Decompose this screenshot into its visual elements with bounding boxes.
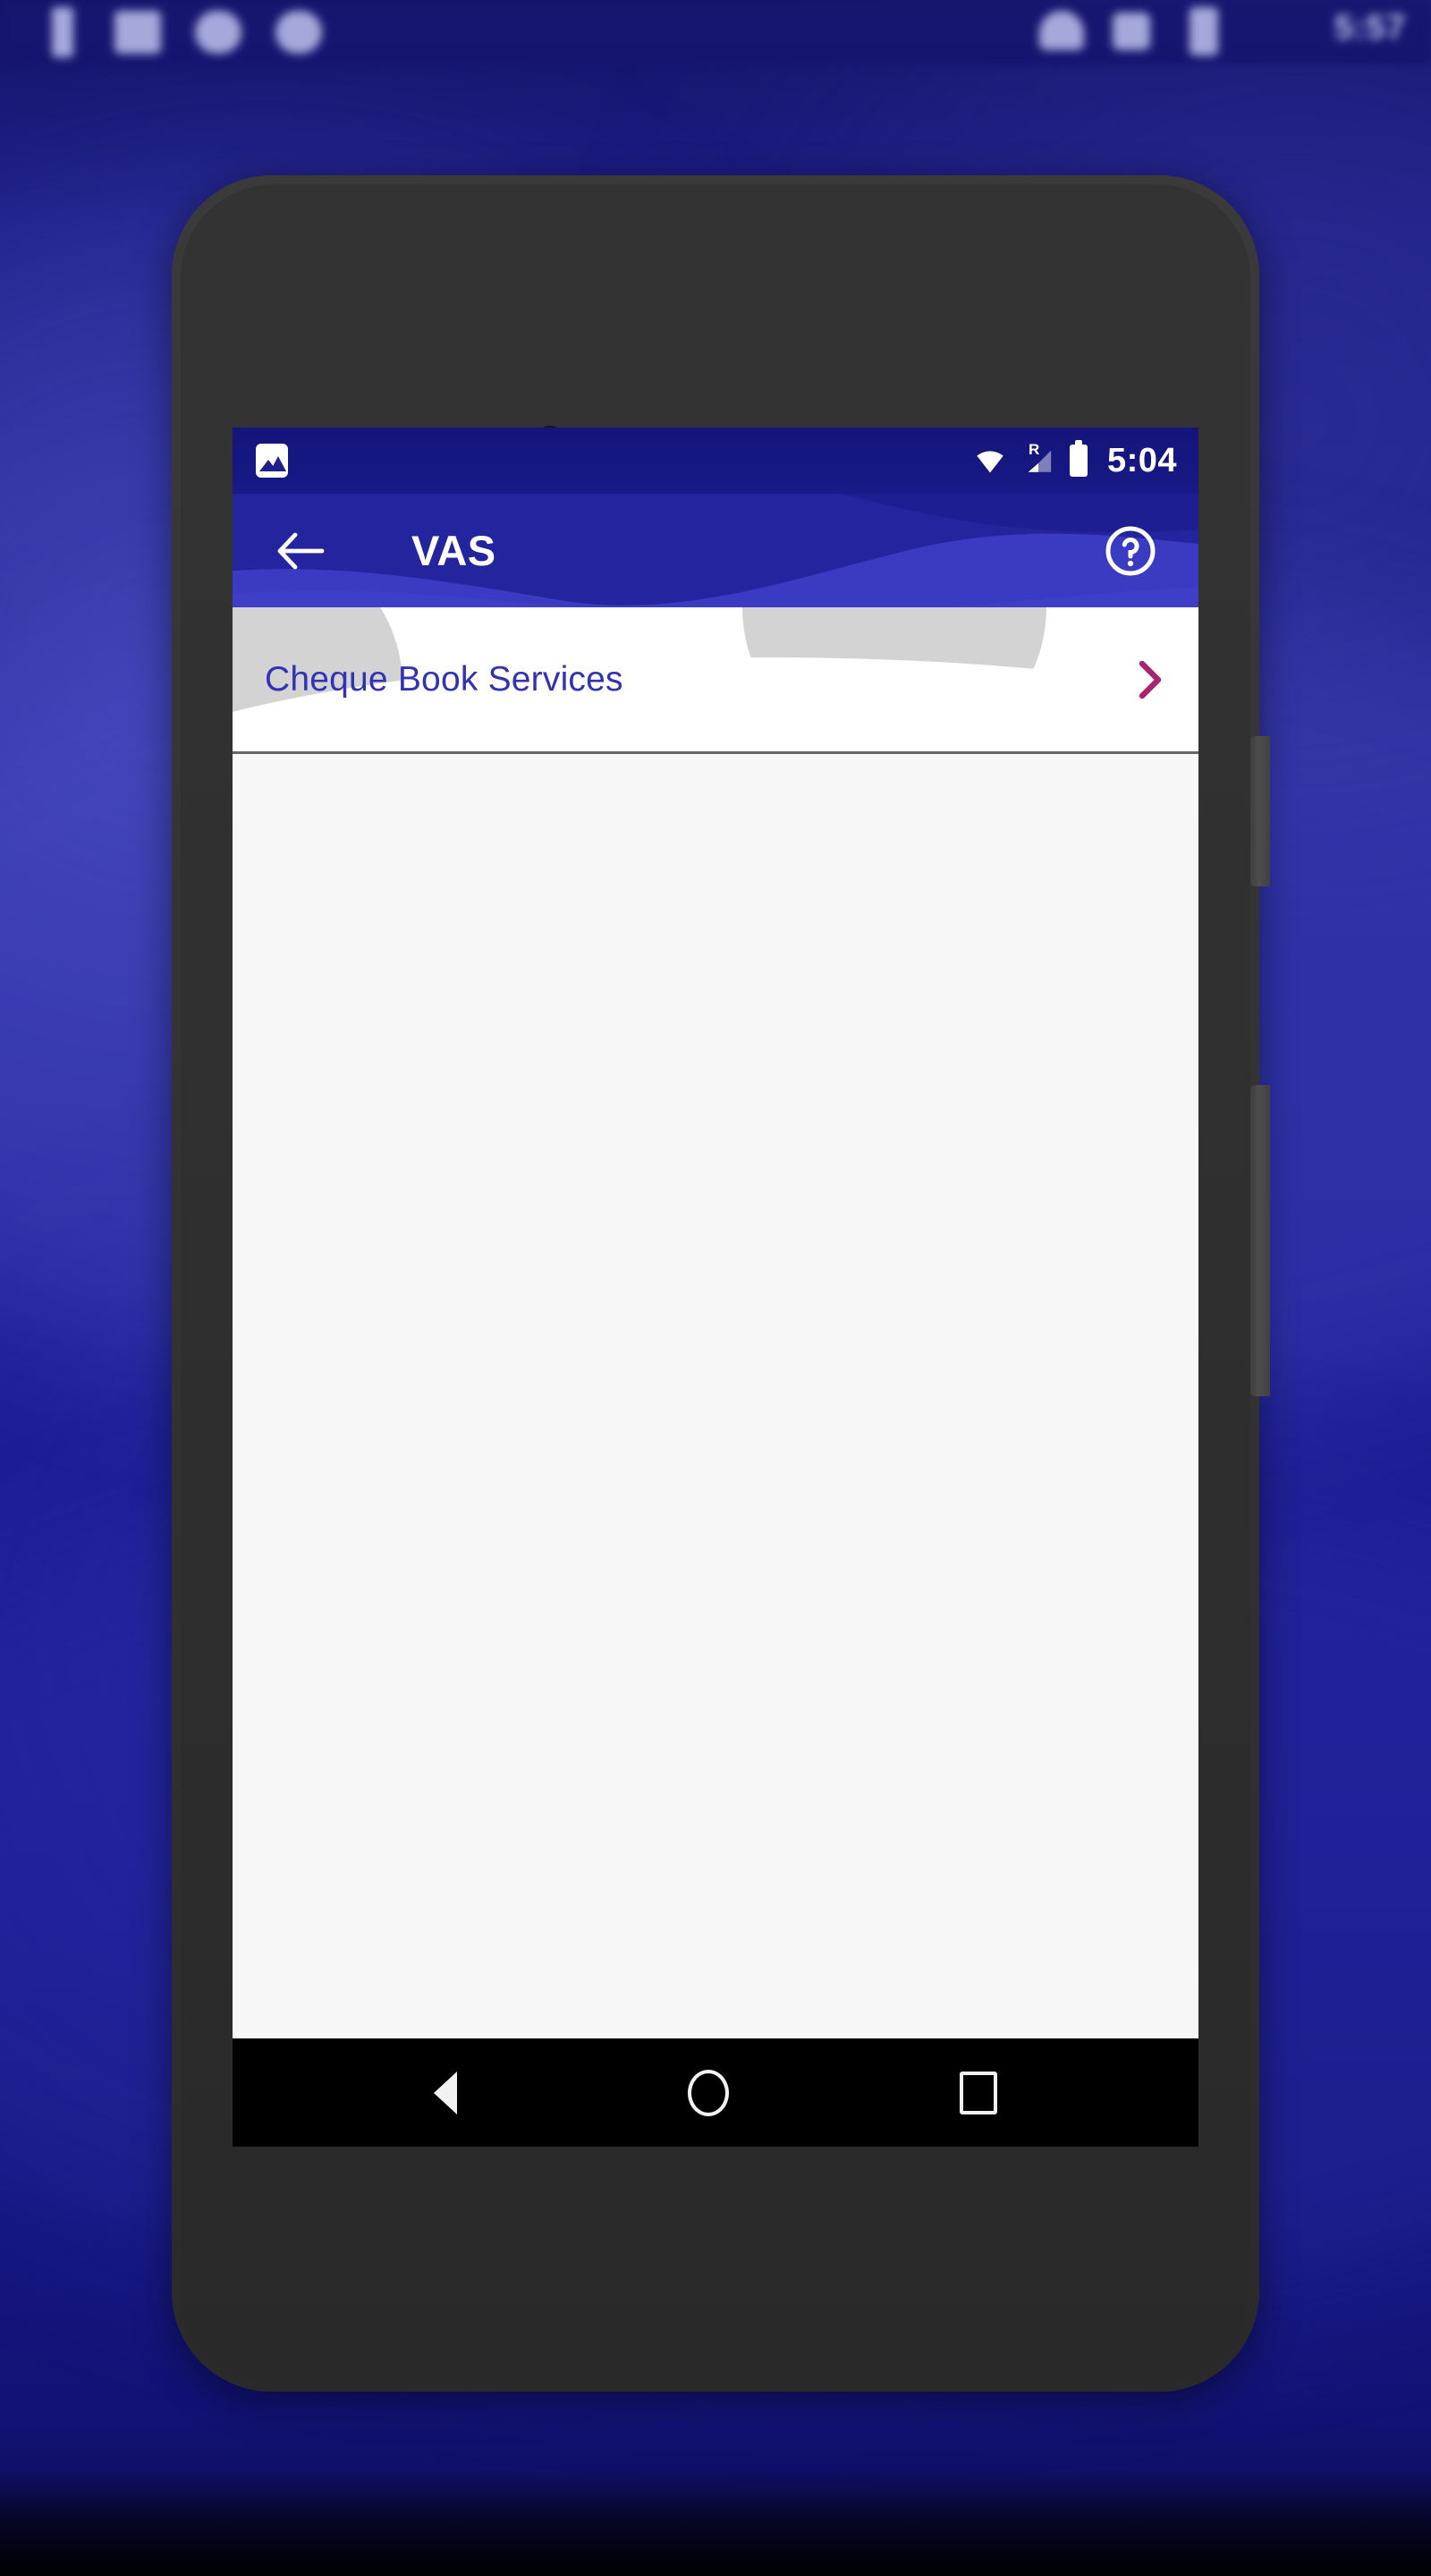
- app-bar: VAS: [233, 494, 1198, 607]
- recents-square-icon: [960, 2071, 997, 2114]
- list-divider: [233, 751, 1198, 754]
- help-circle-icon[interactable]: [1104, 524, 1157, 578]
- host-clock: 5:57: [1334, 9, 1406, 47]
- back-arrow-icon[interactable]: [275, 531, 326, 571]
- back-triangle-icon: [434, 2071, 457, 2114]
- photo-icon: [256, 444, 288, 478]
- roaming-label: R: [1028, 441, 1040, 458]
- page-title: VAS: [411, 527, 496, 574]
- wallpaper-bottom-fade: [0, 2469, 1431, 2576]
- service-card: Cheque Book Services: [233, 607, 1198, 751]
- empty-content-region: [233, 754, 1198, 2038]
- host-status-bar: 5:57: [0, 0, 1431, 64]
- volume-button[interactable]: [1250, 1085, 1270, 1396]
- host-tray-battery-icon[interactable]: [1039, 11, 1084, 50]
- taskbar-app-icon-1[interactable]: [114, 11, 161, 54]
- nav-recents-button[interactable]: [960, 2071, 997, 2114]
- wifi-icon: [977, 451, 1003, 473]
- content-area: Cheque Book Services: [233, 607, 1198, 2038]
- battery-icon: [1069, 440, 1088, 477]
- nav-home-button[interactable]: [688, 2069, 729, 2116]
- status-bar-notifications: [256, 444, 288, 478]
- list-item-cheque-book-services[interactable]: Cheque Book Services: [233, 607, 1198, 751]
- taskbar-app-icon-3[interactable]: [275, 11, 322, 54]
- home-circle-icon: [688, 2069, 729, 2116]
- list-item-label: Cheque Book Services: [265, 659, 623, 699]
- status-bar-clock: 5:04: [1106, 441, 1177, 479]
- status-bar-system-icons: R 5:04: [973, 440, 1177, 480]
- chevron-right-icon[interactable]: [1134, 658, 1164, 701]
- app-bar-content: VAS: [233, 494, 1198, 607]
- screenshot-stage: 5:57 R 5:04 VAS Cheque Book Services: [0, 0, 1431, 2576]
- signal-icon: R: [1023, 441, 1054, 476]
- taskbar-app-icon-2[interactable]: [195, 11, 241, 54]
- phone-screen: R 5:04 VAS Cheque Book Services: [233, 428, 1198, 2147]
- host-tray-cast-icon[interactable]: [1113, 13, 1150, 50]
- taskbar-window-icon[interactable]: [52, 7, 73, 57]
- nav-back-button[interactable]: [434, 2071, 457, 2114]
- android-navigation-bar: [233, 2038, 1198, 2147]
- power-button[interactable]: [1250, 736, 1270, 886]
- host-tray-phone-icon[interactable]: [1190, 7, 1218, 55]
- android-status-bar: R 5:04: [233, 428, 1198, 494]
